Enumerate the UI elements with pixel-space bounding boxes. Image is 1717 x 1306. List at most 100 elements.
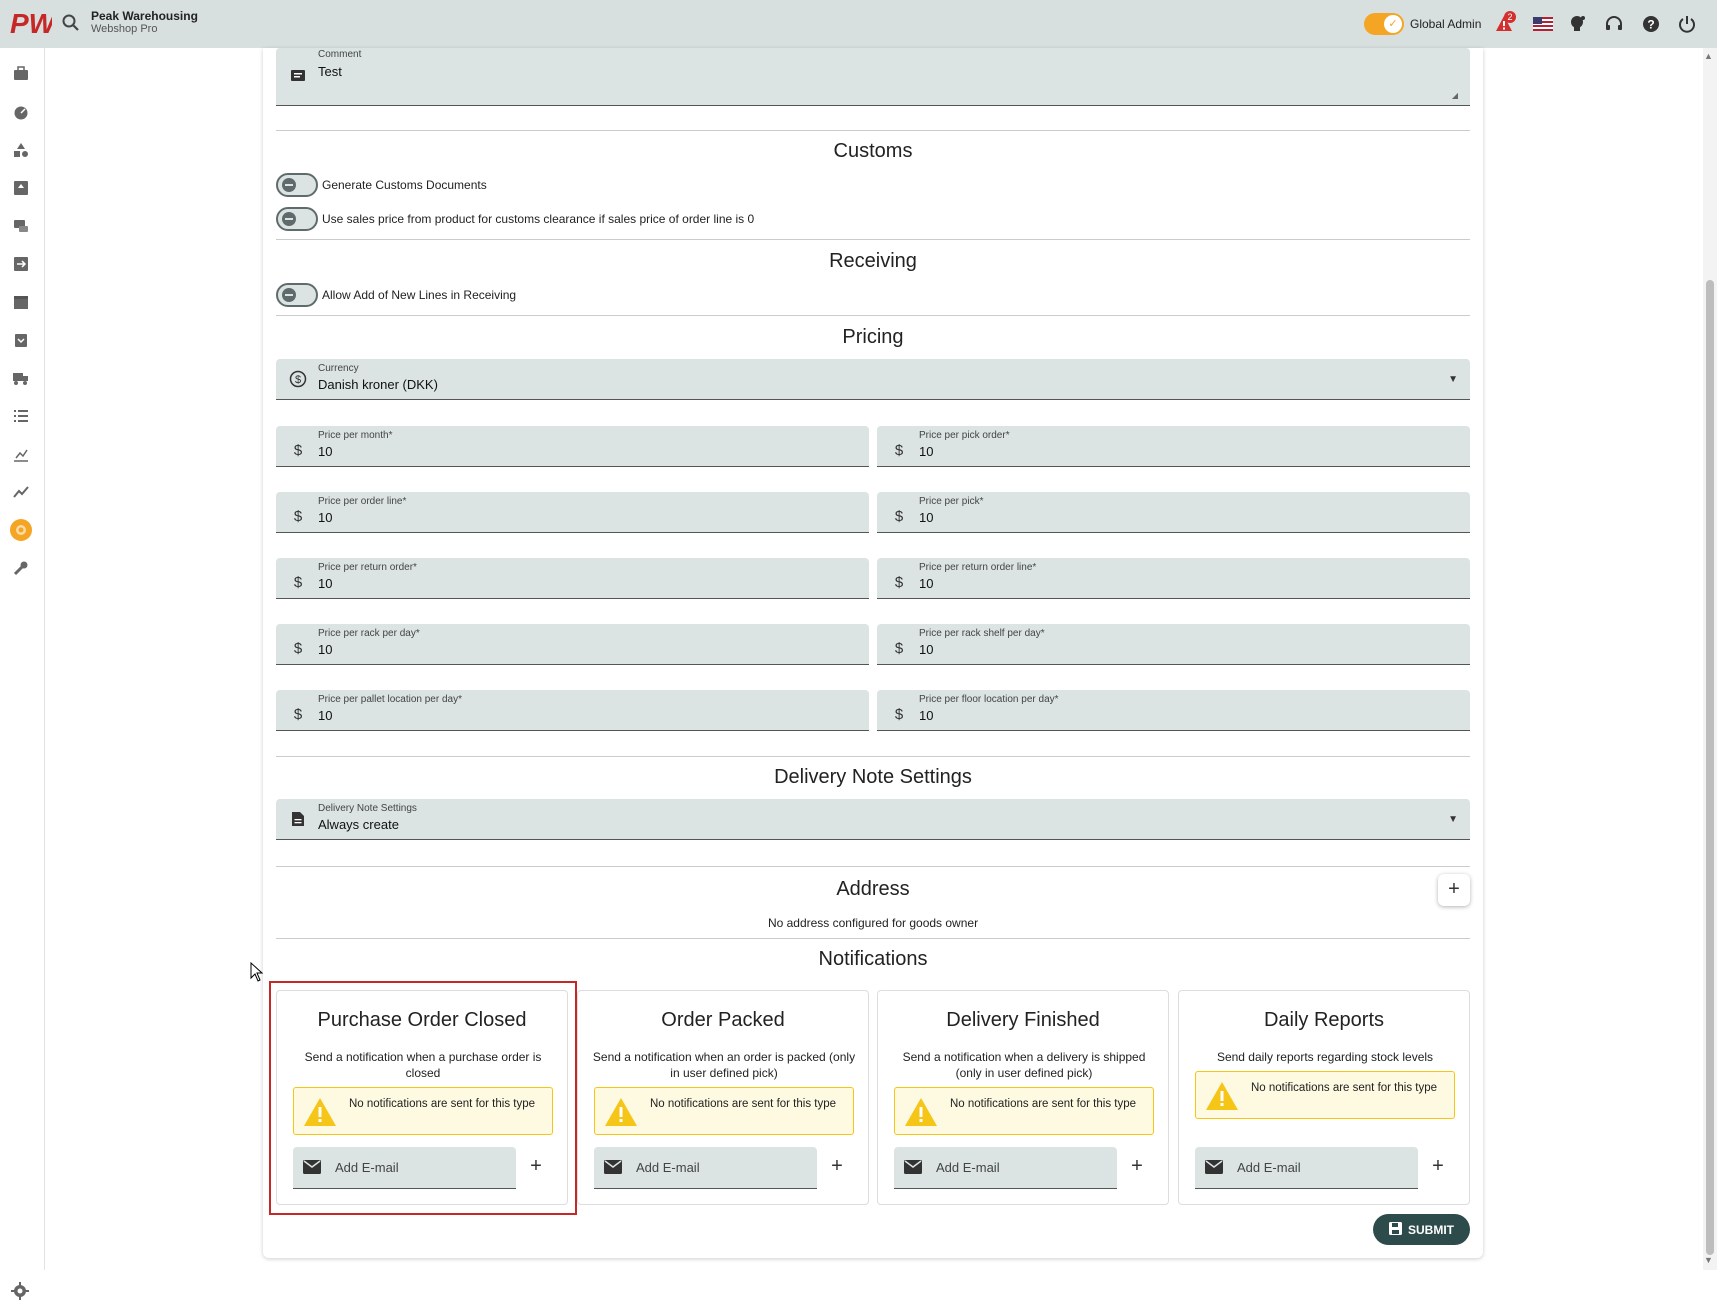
power-icon[interactable]: [1675, 12, 1699, 36]
lightbulb-icon[interactable]: [1566, 12, 1590, 36]
top-bar: PW Peak Warehousing Webshop Pro ✓ Global…: [0, 0, 1717, 48]
address-title: Address: [836, 878, 910, 900]
settings-icon[interactable]: [10, 1281, 30, 1306]
toggle-sales-price-customs[interactable]: Use sales price from product for customs…: [276, 206, 754, 232]
card-description: Send daily reports regarding stock level…: [1216, 1050, 1434, 1064]
field-value: 10: [919, 642, 934, 657]
notification-card-daily-reports: Daily Reports Send daily reports regardi…: [1178, 990, 1470, 1205]
price-per-rack-per-day-field[interactable]: $ Price per rack per day* 10: [276, 624, 869, 665]
price-per-pick-order-field[interactable]: $ Price per pick order* 10: [877, 426, 1470, 467]
price-per-return-order-line-field[interactable]: $ Price per return order line* 10: [877, 558, 1470, 599]
field-label: Price per pick order*: [919, 430, 1010, 441]
scroll-down-icon[interactable]: ▼: [1704, 1255, 1713, 1265]
currency-select[interactable]: $ Currency Danish kroner (DKK) ▼: [276, 359, 1470, 400]
transfer-icon[interactable]: [10, 253, 32, 275]
delivery-note-select[interactable]: Delivery Note Settings Always create ▼: [276, 799, 1470, 840]
add-email-input[interactable]: Add E-mail: [1195, 1147, 1418, 1189]
svg-text:?: ?: [1647, 18, 1654, 32]
headset-icon[interactable]: [1602, 12, 1626, 36]
divider: [276, 756, 1470, 757]
divider: [276, 938, 1470, 939]
delivery-note-value: Always create: [318, 817, 399, 832]
price-per-month-field[interactable]: $ Price per month* 10: [276, 426, 869, 467]
receiving-icon[interactable]: [10, 329, 32, 351]
us-flag-icon[interactable]: [1531, 12, 1555, 36]
resize-handle-icon[interactable]: ◢: [1452, 91, 1458, 100]
toggle-switch[interactable]: [276, 173, 318, 197]
card-title: Delivery Finished: [946, 1009, 1100, 1031]
dollar-icon: $: [894, 705, 904, 723]
comment-icon: [288, 66, 308, 86]
scrollbar-thumb[interactable]: [1706, 280, 1714, 1255]
returns-icon[interactable]: [10, 215, 32, 237]
trend-icon[interactable]: [10, 481, 32, 503]
add-email-button[interactable]: +: [826, 1155, 848, 1177]
field-value: 10: [318, 708, 333, 723]
role-label: Global Admin: [1410, 17, 1482, 31]
field-value: 10: [919, 510, 934, 525]
price-per-rack-shelf-per-day-field[interactable]: $ Price per rack shelf per day* 10: [877, 624, 1470, 665]
comment-value: Test: [318, 64, 342, 79]
mouse-cursor-icon: [250, 961, 264, 987]
add-email-button[interactable]: +: [1427, 1155, 1449, 1177]
add-email-input[interactable]: Add E-mail: [594, 1147, 817, 1189]
shapes-icon[interactable]: [10, 139, 32, 161]
comment-field[interactable]: Comment Test ◢: [276, 48, 1470, 106]
help-icon[interactable]: ?: [1639, 12, 1663, 36]
save-icon: [1389, 1221, 1402, 1238]
app-logo[interactable]: PW: [10, 8, 58, 39]
field-label: Price per pallet location per day*: [318, 694, 462, 705]
notification-badge: 2: [1504, 11, 1516, 23]
sidebar: [0, 48, 45, 1300]
mail-icon: [604, 1160, 622, 1179]
card-title: Order Packed: [661, 1009, 785, 1031]
wrench-icon[interactable]: [10, 557, 32, 579]
price-per-pick-field[interactable]: $ Price per pick* 10: [877, 492, 1470, 533]
price-per-return-order-field[interactable]: $ Price per return order* 10: [276, 558, 869, 599]
inbox-upload-icon[interactable]: [10, 177, 32, 199]
field-label: Price per month*: [318, 430, 393, 441]
dashboard-icon[interactable]: [10, 101, 32, 123]
svg-text:PW: PW: [10, 8, 52, 38]
goods-owner-icon[interactable]: [10, 519, 32, 541]
list-icon[interactable]: [10, 405, 32, 427]
delivery-note-label: Delivery Note Settings: [318, 803, 417, 814]
warehouse-icon[interactable]: [10, 291, 32, 313]
add-address-button[interactable]: +: [1438, 874, 1470, 906]
toggle-allow-new-lines[interactable]: Allow Add of New Lines in Receiving: [276, 282, 516, 308]
field-label: Price per rack shelf per day*: [919, 628, 1045, 639]
field-value: 10: [318, 642, 333, 657]
dollar-icon: $: [293, 441, 303, 459]
submit-button[interactable]: SUBMIT: [1373, 1214, 1470, 1245]
search-icon[interactable]: [60, 12, 82, 34]
delivery-note-title: Delivery Note Settings: [774, 766, 972, 788]
truck-icon[interactable]: [10, 367, 32, 389]
briefcase-icon[interactable]: [10, 63, 32, 85]
pricing-title: Pricing: [842, 326, 904, 348]
currency-exchange-icon: $: [288, 369, 308, 389]
chevron-down-icon: ▼: [1448, 374, 1458, 385]
add-email-input[interactable]: Add E-mail: [894, 1147, 1117, 1189]
dollar-icon: $: [293, 573, 303, 591]
price-per-floor-location-field[interactable]: $ Price per floor location per day* 10: [877, 690, 1470, 731]
price-per-pallet-location-field[interactable]: $ Price per pallet location per day* 10: [276, 690, 869, 731]
svg-text:$: $: [295, 374, 301, 386]
divider: [276, 239, 1470, 240]
toggle-generate-customs[interactable]: Generate Customs Documents: [276, 172, 487, 198]
toggle-switch[interactable]: [276, 283, 318, 307]
dollar-icon: $: [293, 639, 303, 657]
admin-mode-toggle[interactable]: ✓: [1364, 13, 1404, 35]
field-label: Price per rack per day*: [318, 628, 420, 639]
dollar-icon: $: [894, 573, 904, 591]
notifications-title: Notifications: [818, 948, 928, 970]
card-description: Send a notification when a delivery is s…: [902, 1050, 1146, 1080]
scroll-up-icon[interactable]: ▲: [1704, 51, 1713, 61]
chart-icon[interactable]: [10, 443, 32, 465]
selection-highlight: [269, 981, 577, 1215]
toggle-switch[interactable]: [276, 207, 318, 231]
price-per-order-line-field[interactable]: $ Price per order line* 10: [276, 492, 869, 533]
warning-icon: [603, 1096, 639, 1133]
document-icon: [288, 809, 308, 829]
add-email-button[interactable]: +: [1126, 1155, 1148, 1177]
toggle-label: Allow Add of New Lines in Receiving: [322, 288, 517, 302]
